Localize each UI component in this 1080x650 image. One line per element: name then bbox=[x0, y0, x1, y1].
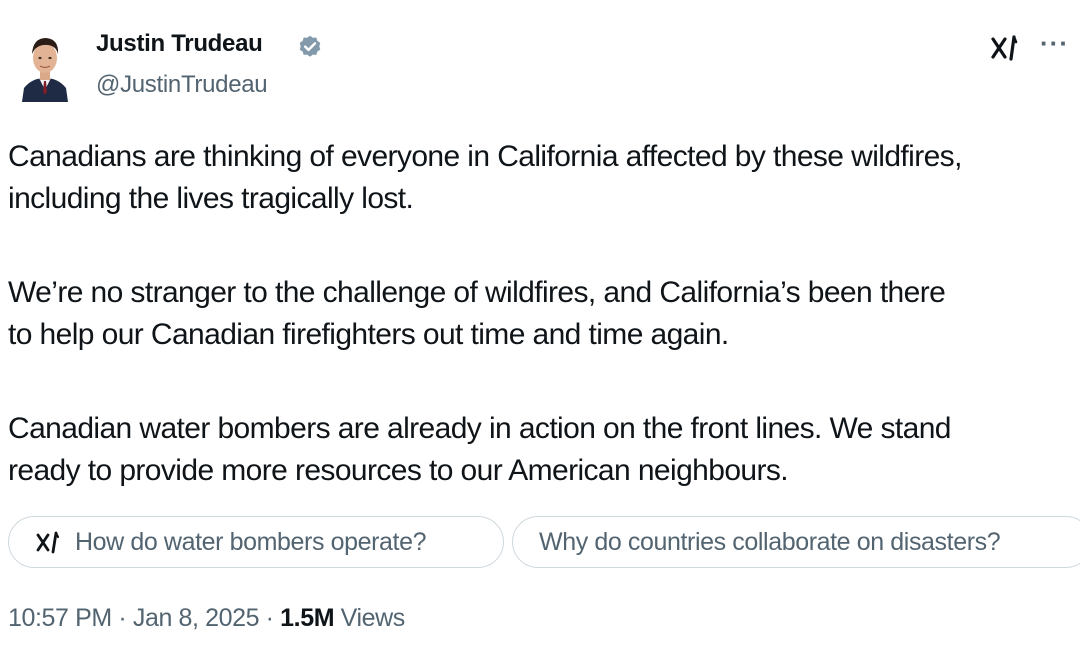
suggestion-label: Why do countries collaborate on disaster… bbox=[539, 527, 1001, 556]
verified-badge-icon bbox=[297, 33, 323, 59]
tweet-date[interactable]: Jan 8, 2025 bbox=[133, 604, 260, 632]
tweet-meta: 10:57 PM · Jan 8, 2025 · 1.5M Views bbox=[8, 604, 405, 633]
suggestion-chip[interactable]: Why do countries collaborate on disaster… bbox=[512, 516, 1080, 568]
grok-chip-icon bbox=[35, 529, 65, 555]
tweet-line: to help our Canadian firefighters out ti… bbox=[8, 318, 729, 351]
tweet-line: Canadians are thinking of everyone in Ca… bbox=[8, 140, 962, 173]
tweet-paragraph-3: Canadian water bombers are already in ac… bbox=[8, 408, 951, 492]
grok-icon[interactable] bbox=[990, 33, 1024, 70]
more-options-icon[interactable]: ··· bbox=[1040, 28, 1069, 59]
tweet-line: Canadian water bombers are already in ac… bbox=[8, 412, 951, 445]
suggestion-label: How do water bombers operate? bbox=[75, 527, 427, 556]
tweet-paragraph-2: We’re no stranger to the challenge of wi… bbox=[8, 272, 946, 356]
tweet-paragraph-1: Canadians are thinking of everyone in Ca… bbox=[8, 136, 962, 220]
meta-separator: · bbox=[265, 604, 274, 632]
views-label: Views bbox=[340, 604, 406, 632]
tweet-line: ready to provide more resources to our A… bbox=[8, 454, 789, 487]
meta-separator: · bbox=[118, 604, 127, 632]
author-name[interactable]: Justin Trudeau bbox=[96, 30, 263, 58]
grok-suggestion-chip[interactable]: How do water bombers operate? bbox=[8, 516, 504, 568]
tweet-time[interactable]: 10:57 PM bbox=[8, 604, 112, 632]
tweet-card: Justin Trudeau @JustinTrudeau ··· Canadi… bbox=[0, 0, 1080, 650]
views-count: 1.5M bbox=[280, 604, 335, 632]
avatar-image bbox=[18, 30, 72, 102]
avatar[interactable] bbox=[18, 30, 72, 102]
author-handle[interactable]: @JustinTrudeau bbox=[96, 71, 268, 99]
tweet-line: We’re no stranger to the challenge of wi… bbox=[8, 276, 946, 309]
tweet-line: including the lives tragically lost. bbox=[8, 182, 414, 215]
